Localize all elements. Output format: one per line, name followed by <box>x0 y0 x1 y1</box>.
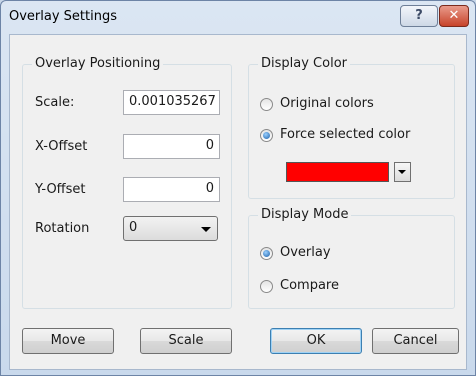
move-button[interactable]: Move <box>22 328 114 354</box>
display-mode-legend: Display Mode <box>258 207 352 222</box>
x-offset-input[interactable]: 0 <box>123 134 220 159</box>
title-bar[interactable]: Overlay Settings ? ✕ <box>1 1 475 34</box>
overlay-positioning-legend: Overlay Positioning <box>32 56 164 71</box>
rotation-value: 0 <box>129 220 138 235</box>
compare-label[interactable]: Compare <box>280 278 339 293</box>
rotation-label: Rotation <box>35 221 90 236</box>
help-button[interactable]: ? <box>400 5 438 27</box>
x-offset-label: X-Offset <box>35 139 88 154</box>
ok-button[interactable]: OK <box>270 328 362 354</box>
scale-input[interactable]: 0.001035267 <box>123 90 220 115</box>
force-selected-color-radio[interactable] <box>260 129 273 142</box>
color-dropdown-button[interactable] <box>394 162 411 182</box>
close-button[interactable]: ✕ <box>439 5 469 27</box>
display-color-legend: Display Color <box>258 56 350 71</box>
display-color-group: Display Color Original colors Force sele… <box>248 56 455 199</box>
overlay-settings-window: Overlay Settings ? ✕ Overlay Positioning… <box>0 0 476 376</box>
original-colors-label[interactable]: Original colors <box>280 96 374 111</box>
overlay-radio[interactable] <box>260 247 273 260</box>
cancel-button[interactable]: Cancel <box>372 328 459 354</box>
original-colors-radio[interactable] <box>260 98 273 111</box>
overlay-positioning-group: Overlay Positioning Scale: 0.001035267 X… <box>22 56 232 309</box>
y-offset-label: Y-Offset <box>35 182 86 197</box>
window-title: Overlay Settings <box>9 9 117 24</box>
compare-radio[interactable] <box>260 280 273 293</box>
rotation-select[interactable]: 0 <box>123 216 218 241</box>
y-offset-input[interactable]: 0 <box>123 177 220 202</box>
chevron-down-icon <box>201 227 211 232</box>
force-selected-color-label[interactable]: Force selected color <box>280 127 410 142</box>
dialog-body: Overlay Positioning Scale: 0.001035267 X… <box>9 34 467 370</box>
display-mode-group: Display Mode Overlay Compare <box>248 207 455 309</box>
scale-label: Scale: <box>35 95 75 110</box>
scale-button[interactable]: Scale <box>140 328 232 354</box>
color-swatch[interactable] <box>286 162 389 182</box>
overlay-label[interactable]: Overlay <box>280 245 331 260</box>
chevron-down-icon <box>398 170 406 174</box>
